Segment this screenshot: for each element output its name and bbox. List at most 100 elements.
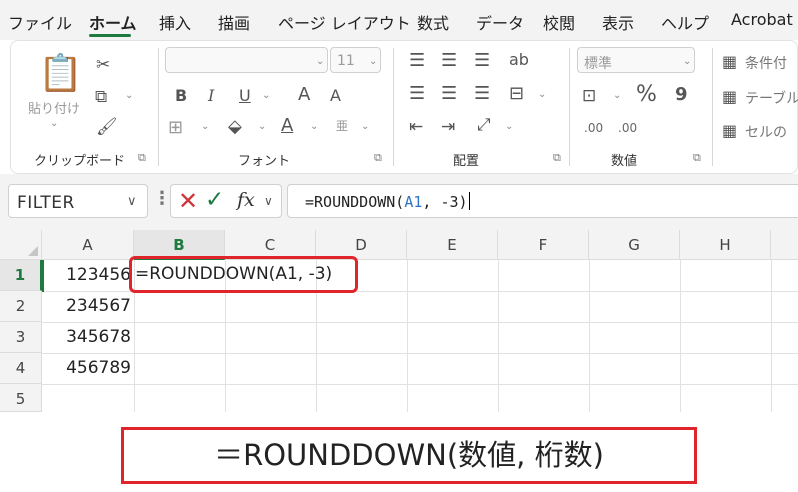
format-table-icon[interactable]: ▦ (722, 87, 737, 106)
tab-review[interactable]: 校閲 (543, 10, 575, 34)
chevron-down-icon[interactable]: ∨ (127, 194, 137, 209)
format-painter-icon[interactable]: 🖌 (96, 117, 118, 137)
column-header-f[interactable]: F (498, 230, 589, 260)
text-angle-icon[interactable]: ⤢ (477, 115, 491, 135)
enter-check-icon[interactable]: ✓ (205, 187, 224, 213)
underline-chevron-icon[interactable]: ⌄ (262, 90, 270, 101)
increase-decimal-button[interactable]: .00 (584, 121, 603, 135)
font-name-select[interactable]: ⌄ (165, 47, 328, 73)
cell-a4[interactable]: 456789 (42, 353, 134, 384)
row-header-1[interactable]: 1 (0, 260, 42, 291)
active-cell-indicator (42, 260, 134, 292)
number-format-select[interactable]: 標準 ⌄ (577, 47, 695, 73)
fill-chevron-icon[interactable]: ⌄ (258, 121, 266, 132)
tab-data[interactable]: データ (476, 10, 524, 34)
number-launcher-icon[interactable]: ⧉ (693, 151, 701, 165)
clipboard-launcher-icon[interactable]: ⧉ (138, 151, 146, 165)
phonetic-chevron-icon[interactable]: ⌄ (361, 121, 369, 132)
border-icon[interactable]: ⊞ (168, 117, 183, 138)
insert-function-icon[interactable]: fx (237, 189, 255, 211)
chevron-down-icon[interactable]: ∨ (264, 194, 273, 208)
copy-icon[interactable]: ⧉ (95, 87, 107, 107)
tab-home[interactable]: ホーム (89, 10, 137, 34)
align-bottom-icon[interactable]: ☰ (474, 50, 490, 71)
align-left-icon[interactable]: ☰ (409, 83, 425, 104)
formula-input[interactable]: =ROUNDDOWN(A1, -3) (287, 184, 798, 218)
row-header-3[interactable]: 3 (0, 322, 42, 353)
cell-a3[interactable]: 345678 (42, 322, 134, 353)
align-center-icon[interactable]: ☰ (441, 83, 457, 104)
fill-color-icon[interactable]: ⬙ (228, 116, 242, 137)
gridline (771, 260, 772, 412)
alignment-launcher-icon[interactable]: ⧉ (553, 151, 561, 165)
more-options-icon[interactable]: ⋮ (153, 188, 171, 209)
row-header-2[interactable]: 2 (0, 291, 42, 322)
font-launcher-icon[interactable]: ⧉ (374, 151, 382, 165)
active-tab-indicator (89, 34, 131, 37)
accounting-chevron-icon[interactable]: ⌄ (613, 90, 621, 101)
accounting-format-icon[interactable]: ⊡ (582, 86, 596, 106)
tab-view[interactable]: 表示 (602, 10, 634, 34)
cell-a2[interactable]: 234567 (42, 291, 134, 322)
comma-style-button[interactable]: 9 (675, 84, 688, 105)
font-size-select[interactable]: 11 ⌄ (330, 47, 381, 73)
cell-styles-label[interactable]: セルの (745, 122, 787, 142)
tab-help[interactable]: ヘルプ (661, 10, 709, 34)
cancel-icon[interactable]: ✕ (178, 187, 198, 215)
copy-chevron-icon[interactable]: ⌄ (125, 90, 133, 101)
select-all-corner[interactable] (0, 230, 42, 260)
border-chevron-icon[interactable]: ⌄ (201, 121, 209, 132)
gridline (42, 384, 798, 385)
column-header-g[interactable]: G (589, 230, 680, 260)
conditional-format-icon[interactable]: ▦ (722, 52, 737, 71)
number-format-value: 標準 (584, 56, 612, 72)
align-top-icon[interactable]: ☰ (409, 50, 425, 71)
align-right-icon[interactable]: ☰ (474, 83, 490, 104)
grow-font-button[interactable]: A (298, 84, 310, 105)
paste-chevron-icon[interactable]: ⌄ (50, 118, 58, 129)
column-header-next[interactable] (771, 230, 798, 260)
phonetic-icon[interactable]: 亜 (336, 117, 348, 134)
italic-button[interactable]: I (208, 86, 214, 105)
bold-button[interactable]: B (175, 86, 187, 105)
row-header-4[interactable]: 4 (0, 353, 42, 384)
spreadsheet-grid[interactable]: A B C D E F G H 1 2 3 4 5 123456 234567 … (0, 230, 798, 412)
percent-button[interactable]: % (636, 82, 657, 107)
formula-suffix: , -3) (422, 193, 468, 211)
group-divider (569, 48, 570, 166)
conditional-format-label[interactable]: 条件付 (745, 53, 787, 73)
column-header-a[interactable]: A (42, 230, 134, 260)
column-header-e[interactable]: E (407, 230, 498, 260)
row-header-5[interactable]: 5 (0, 384, 42, 412)
tab-file[interactable]: ファイル (8, 10, 72, 34)
align-middle-icon[interactable]: ☰ (441, 50, 457, 71)
paste-icon[interactable]: 📋 (38, 52, 83, 94)
text-caret (468, 192, 470, 210)
increase-indent-icon[interactable]: ⇥ (441, 117, 455, 137)
cell-styles-icon[interactable]: ▦ (722, 121, 737, 140)
column-header-h[interactable]: H (680, 230, 771, 260)
gridline (407, 260, 408, 412)
tab-formulas[interactable]: 数式 (417, 10, 449, 34)
format-table-label[interactable]: テーブル (745, 88, 798, 108)
underline-button[interactable]: U (239, 86, 251, 105)
merge-chevron-icon[interactable]: ⌄ (538, 89, 546, 100)
decrease-decimal-button[interactable]: .00 (618, 121, 637, 135)
orientation-icon[interactable]: ab (509, 50, 529, 69)
chevron-down-icon: ⌄ (683, 56, 692, 67)
font-color-icon[interactable]: A (281, 115, 293, 136)
name-box[interactable]: FILTER ∨ (8, 184, 148, 218)
tab-insert[interactable]: 挿入 (159, 10, 191, 34)
decrease-indent-icon[interactable]: ⇤ (409, 117, 423, 137)
tab-draw[interactable]: 描画 (218, 10, 250, 34)
syntax-text: ＝ROUNDDOWN(数値, 桁数) (214, 438, 604, 472)
tab-acrobat[interactable]: Acrobat (731, 10, 793, 29)
tab-page-layout[interactable]: ページ レイアウト (278, 10, 411, 34)
cut-icon[interactable]: ✂ (96, 55, 110, 75)
paste-label[interactable]: 貼り付け (28, 98, 80, 117)
merge-center-icon[interactable]: ⊟ (509, 83, 524, 104)
menu-bar: ファイル ホーム 挿入 描画 ページ レイアウト 数式 データ 校閲 表示 ヘル… (0, 0, 798, 40)
angle-chevron-icon[interactable]: ⌄ (505, 121, 513, 132)
shrink-font-button[interactable]: A (330, 86, 341, 105)
font-color-chevron-icon[interactable]: ⌄ (310, 121, 318, 132)
